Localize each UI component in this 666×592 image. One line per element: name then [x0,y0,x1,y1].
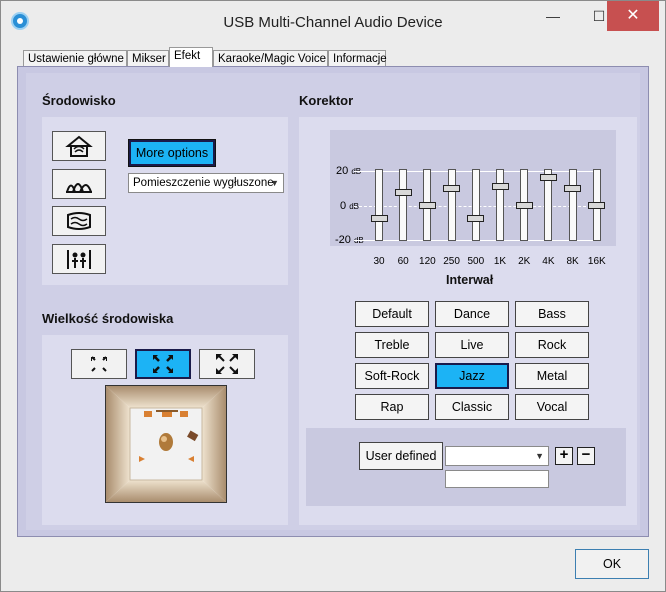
eq-band-label: 500 [467,256,485,267]
eq-slider-thumb-8K[interactable] [564,184,582,192]
minimize-button[interactable]: — [531,1,575,31]
eq-slider-thumb-2K[interactable] [515,201,533,209]
preset-vocal-button[interactable]: Vocal [515,394,589,420]
user-preset-select[interactable]: ▼ [445,446,549,466]
eq-axis-top-value: 20 [336,165,349,177]
tab-karaoke[interactable]: Karaoke/Magic Voice [213,50,328,66]
environment-size-heading: Wielkość środowiska [42,311,174,326]
eq-slider-track-250[interactable] [447,169,456,241]
eq-axis-bottom-value: -20 [335,234,351,246]
eq-band-label: 16K [587,256,606,267]
eq-band-label: 30 [373,256,385,267]
eq-band-label: 120 [419,256,436,267]
eq-slider-track-1K[interactable] [496,169,504,241]
ok-button[interactable]: OK [575,549,649,579]
remove-preset-button[interactable]: − [577,447,595,465]
more-options-button[interactable]: More options [131,142,213,164]
preset-dance-button[interactable]: Dance [435,301,509,327]
interval-label: Interwał [446,273,494,287]
eq-band-label: 60 [397,256,409,267]
chevron-down-icon: ▼ [535,451,544,461]
size-large-button[interactable] [199,349,255,379]
eq-band-label: 1K [493,256,507,267]
eq-band-label: 250 [443,256,460,267]
effect-tab-content: Środowisko More options Pomieszczenie wy… [17,66,649,537]
size-small-button[interactable] [71,349,127,379]
eq-slider-thumb-16K[interactable] [588,201,606,209]
environment-select[interactable]: Pomieszczenie wygłuszone ▼ [128,173,284,193]
environment-select-value: Pomieszczenie wygłuszone [133,177,274,189]
user-defined-panel [306,428,626,506]
eq-slider-track-30[interactable] [375,169,383,241]
small-size-icon [91,356,107,372]
environment-heading: Środowisko [42,93,116,108]
preset-rock-button[interactable]: Rock [515,332,589,358]
preset-soft-rock-button[interactable]: Soft-Rock [355,363,429,389]
room-preview-image [106,386,226,502]
underwater-icon [67,212,91,230]
effect-panel: Środowisko More options Pomieszczenie wy… [26,73,640,530]
eq-slider-thumb-30[interactable] [370,215,388,223]
eq-slider-track-60[interactable] [399,169,408,241]
equalizer-heading: Korektor [299,93,354,108]
preset-name-input[interactable] [445,470,549,488]
chevron-down-icon: ▼ [270,178,279,188]
size-medium-button[interactable] [135,349,191,379]
tab-effect[interactable]: Efekt [169,47,213,67]
tab-mixer[interactable]: Mikser [127,50,169,66]
eq-slider-thumb-1K[interactable] [491,183,509,191]
eq-band-label: 8K [566,256,579,267]
eq-band-label: 4K [542,256,555,267]
eq-axis-mid-value: 0 [340,200,347,212]
eq-slider-thumb-120[interactable] [418,201,436,209]
preset-rap-button[interactable]: Rap [355,394,429,420]
env-underwater-button[interactable] [52,206,106,236]
preset-live-button[interactable]: Live [435,332,509,358]
preset-treble-button[interactable]: Treble [355,332,429,358]
user-defined-button[interactable]: User defined [359,442,443,470]
main-window: USB Multi-Channel Audio Device — ☐ ✕ Ust… [0,0,666,592]
room-house-icon [65,135,93,157]
env-opera-button[interactable] [52,169,106,199]
opera-house-icon [66,183,92,193]
add-preset-button[interactable]: + [555,447,573,465]
eq-band-label: 2K [518,256,531,267]
eq-slider-thumb-500[interactable] [467,215,485,223]
tab-information[interactable]: Informacje [328,50,387,66]
tab-main-settings[interactable]: Ustawienie główne [23,50,127,66]
concert-crowd-icon [67,250,91,269]
more-options-frame: More options [128,139,216,167]
preset-bass-button[interactable]: Bass [515,301,589,327]
eq-slider-thumb-250[interactable] [443,184,461,192]
eq-slider-track-8K[interactable] [568,169,577,241]
eq-slider-thumb-60[interactable] [394,189,412,197]
eq-slider-thumb-4K[interactable] [539,174,557,182]
close-button[interactable]: ✕ [607,1,659,31]
room-preview [105,385,227,503]
preset-classic-button[interactable]: Classic [435,394,509,420]
title-bar: USB Multi-Channel Audio Device — ☐ ✕ [1,1,665,39]
preset-jazz-button[interactable]: Jazz [435,363,509,389]
preset-default-button[interactable]: Default [355,301,429,327]
env-concert-button[interactable] [52,244,106,274]
large-size-icon [216,354,238,374]
eq-slider-track-500[interactable] [471,169,480,241]
medium-size-icon [153,355,173,373]
env-room-button[interactable] [52,131,106,161]
preset-metal-button[interactable]: Metal [515,363,589,389]
